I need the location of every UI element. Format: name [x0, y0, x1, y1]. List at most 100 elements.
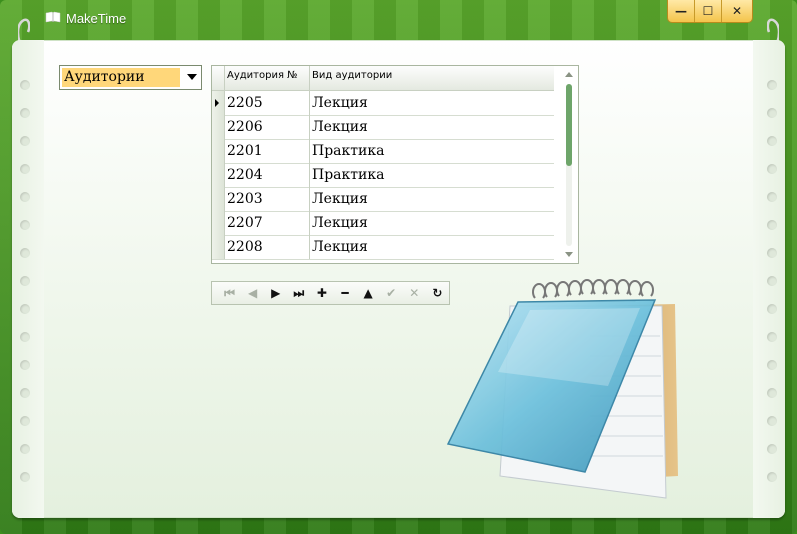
binder-hole	[767, 164, 777, 174]
binder-hole	[20, 388, 30, 398]
binder-hole	[767, 472, 777, 482]
cancel-record-button[interactable]: ✕	[403, 282, 426, 304]
binder-hole	[20, 304, 30, 314]
binder-hole	[20, 276, 30, 286]
row-selector[interactable]	[212, 115, 225, 139]
cell-divider	[309, 187, 310, 211]
cancel-record-icon: ✕	[409, 286, 420, 300]
insert-record-icon: ✚	[316, 286, 327, 300]
cell-divider	[309, 163, 310, 187]
delete-record-icon: ━	[341, 286, 349, 300]
binder-hole	[20, 332, 30, 342]
post-record-icon: ✔	[386, 286, 397, 300]
binder-hole	[767, 220, 777, 230]
column-divider[interactable]	[309, 66, 310, 90]
cell-room-type[interactable]: Лекция	[312, 215, 368, 231]
scroll-up-icon[interactable]	[565, 72, 573, 77]
cell-room-type[interactable]: Лекция	[312, 95, 368, 111]
row-selector[interactable]	[212, 139, 225, 163]
edit-record-icon: ▲	[363, 286, 373, 300]
column-header-room-type[interactable]: Вид аудитории	[312, 70, 392, 81]
binder-hole	[767, 444, 777, 454]
cell-room-number[interactable]: 2203	[227, 191, 263, 207]
cell-room-number[interactable]: 2208	[227, 239, 263, 255]
cell-room-number[interactable]: 2207	[227, 215, 263, 231]
binder-hole	[767, 80, 777, 90]
minimize-icon: —	[675, 4, 687, 18]
post-record-button[interactable]: ✔	[380, 282, 403, 304]
column-header-room-number[interactable]: Аудитория №	[227, 70, 298, 81]
cell-room-number[interactable]: 2201	[227, 143, 263, 159]
prev-record-icon: ◀	[248, 286, 258, 300]
cell-divider	[309, 235, 310, 259]
cell-room-type[interactable]: Лекция	[312, 239, 368, 255]
binder-hole	[20, 136, 30, 146]
cell-room-number[interactable]: 2204	[227, 167, 263, 183]
cell-room-type[interactable]: Практика	[312, 143, 384, 159]
binder-hole	[767, 332, 777, 342]
table-row[interactable]: 2201 Практика	[212, 139, 554, 164]
first-record-icon: ⏮	[224, 285, 235, 300]
window-controls: — ☐ ✕	[667, 0, 753, 23]
binder-hole	[20, 472, 30, 482]
binder-hole	[767, 192, 777, 202]
title-bar[interactable]: MakeTime — ☐ ✕	[0, 0, 797, 38]
row-selector[interactable]	[212, 211, 225, 235]
binder-hole	[20, 248, 30, 258]
row-selector[interactable]	[212, 235, 225, 259]
minimize-button[interactable]: —	[668, 0, 695, 22]
row-selector[interactable]	[212, 187, 225, 211]
right-margin-strip	[753, 40, 785, 518]
vertical-scrollbar[interactable]	[561, 66, 578, 263]
close-icon: ✕	[731, 4, 743, 18]
table-row[interactable]: 2208 Лекция	[212, 235, 554, 260]
cell-room-type[interactable]: Лекция	[312, 191, 368, 207]
notepad-icon	[446, 279, 678, 499]
binder-hole	[767, 416, 777, 426]
next-record-button[interactable]: ▶	[264, 282, 287, 304]
cell-room-number[interactable]: 2206	[227, 119, 263, 135]
row-selector[interactable]	[212, 91, 225, 115]
binder-hole	[20, 444, 30, 454]
maximize-button[interactable]: ☐	[695, 0, 722, 22]
table-row[interactable]: 2204 Практика	[212, 163, 554, 188]
delete-record-button[interactable]: ━	[333, 282, 356, 304]
window-title: MakeTime	[66, 11, 127, 26]
binder-hole	[20, 220, 30, 230]
prev-record-button[interactable]: ◀	[241, 282, 264, 304]
maximize-icon: ☐	[702, 4, 714, 18]
last-record-button[interactable]: ⏭	[287, 282, 310, 304]
row-selector[interactable]	[212, 163, 225, 187]
binder-hole	[767, 360, 777, 370]
cell-room-type[interactable]: Практика	[312, 167, 384, 183]
left-margin-strip	[12, 40, 44, 518]
book-icon	[45, 11, 61, 23]
table-row[interactable]: 2207 Лекция	[212, 211, 554, 236]
cell-room-type[interactable]: Лекция	[312, 119, 368, 135]
table-row[interactable]: 2206 Лекция	[212, 115, 554, 140]
data-grid[interactable]: Аудитория № Вид аудитории 2205 Лекция 22…	[211, 65, 579, 264]
binder-hole	[20, 360, 30, 370]
first-record-button[interactable]: ⏮	[218, 282, 241, 304]
table-row[interactable]: 2203 Лекция	[212, 187, 554, 212]
binder-hole	[767, 108, 777, 118]
edit-record-button[interactable]: ▲	[357, 282, 380, 304]
cell-divider	[309, 91, 310, 115]
binder-hole	[20, 416, 30, 426]
binder-hole	[20, 192, 30, 202]
cell-divider	[309, 139, 310, 163]
dropdown-selected-value: Аудитории	[62, 68, 180, 87]
cell-room-number[interactable]: 2205	[227, 95, 263, 111]
binder-hole	[767, 276, 777, 286]
cell-divider	[309, 115, 310, 139]
scroll-down-icon[interactable]	[565, 252, 573, 257]
binder-hole	[767, 388, 777, 398]
table-row[interactable]: 2205 Лекция	[212, 91, 554, 116]
binder-hole	[20, 164, 30, 174]
row-selector-header[interactable]	[212, 66, 225, 90]
table-select-dropdown[interactable]: Аудитории	[59, 65, 202, 90]
scroll-thumb[interactable]	[566, 84, 572, 166]
chevron-down-icon[interactable]	[187, 74, 197, 80]
insert-record-button[interactable]: ✚	[310, 282, 333, 304]
close-button[interactable]: ✕	[722, 0, 752, 22]
